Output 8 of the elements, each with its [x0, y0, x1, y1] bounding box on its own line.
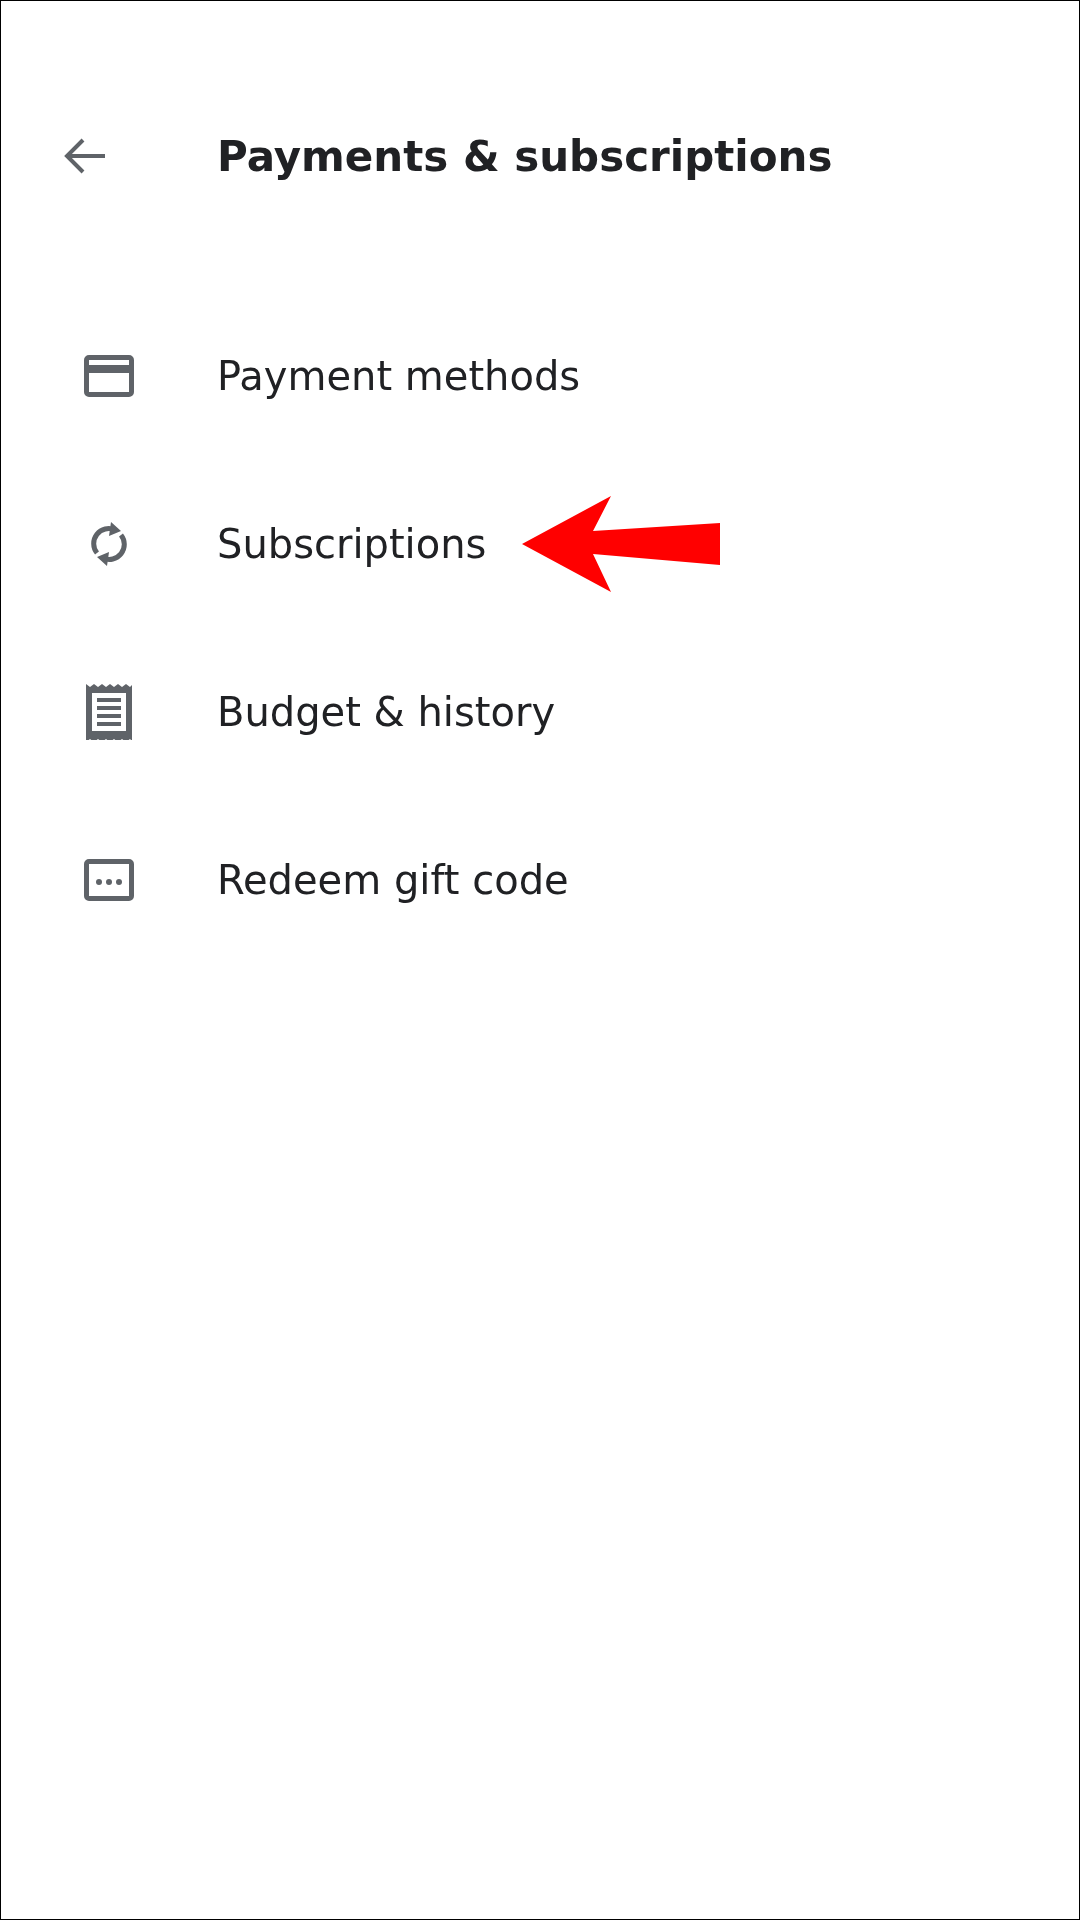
- menu-item[interactable]: Subscriptions: [217, 521, 487, 567]
- receipt-icon: [86, 684, 132, 740]
- menu-item[interactable]: Payment methods: [217, 353, 581, 399]
- menu-item[interactable]: Budget & history: [217, 689, 556, 735]
- menu-item[interactable]: Redeem gift code: [217, 857, 569, 903]
- gift-code-icon: [84, 859, 134, 901]
- page-title: Payments & subscriptions: [217, 131, 833, 181]
- credit-card-icon: [84, 355, 134, 397]
